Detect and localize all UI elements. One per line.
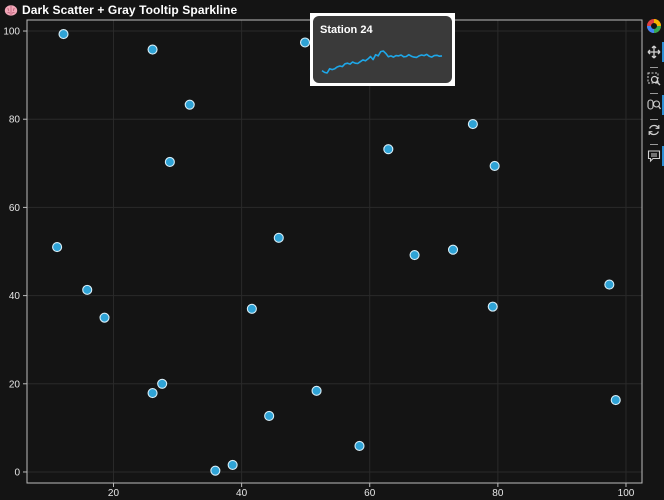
hover-icon[interactable] xyxy=(646,148,662,164)
scatter-point[interactable] xyxy=(354,440,365,452)
scatter-point[interactable] xyxy=(487,301,498,312)
axis-ticks: 20 40 60 80 100 0 20 40 60 80 100 xyxy=(3,27,634,499)
toolbar-divider xyxy=(650,67,658,68)
scatter-point[interactable] xyxy=(467,119,478,130)
scatter-point[interactable] xyxy=(447,244,459,255)
tooltip-panel: Station 24 xyxy=(313,16,452,83)
scatter-point[interactable] xyxy=(157,378,168,389)
hover-tooltip: Station 24 xyxy=(310,13,455,86)
wheel-zoom-icon[interactable] xyxy=(646,97,662,113)
reset-icon[interactable] xyxy=(646,122,662,138)
scatter-point[interactable] xyxy=(147,387,158,399)
x-tick-label: 20 xyxy=(108,488,120,499)
scatter-point[interactable] xyxy=(147,44,158,55)
y-tick-label: 80 xyxy=(9,115,21,126)
y-tick-label: 20 xyxy=(9,379,21,390)
x-tick-label: 40 xyxy=(236,488,248,499)
toolbar-divider xyxy=(650,119,658,120)
scatter-point[interactable] xyxy=(299,37,311,48)
scatter-point[interactable] xyxy=(164,156,175,168)
scatter-point[interactable] xyxy=(604,279,615,290)
scatter-point[interactable] xyxy=(82,284,93,295)
scatter-point[interactable] xyxy=(58,29,69,40)
grid-lines xyxy=(27,20,642,483)
scatter-point[interactable] xyxy=(489,160,500,172)
scatter-point[interactable] xyxy=(52,242,63,253)
y-tick-label: 40 xyxy=(9,291,21,302)
scatter-point[interactable] xyxy=(409,249,420,261)
y-tick-label: 100 xyxy=(3,27,20,38)
x-tick-label: 100 xyxy=(618,488,635,499)
scatter-point[interactable] xyxy=(246,303,257,314)
scatter-points xyxy=(52,29,621,476)
y-tick-label: 0 xyxy=(14,467,20,478)
scatter-point[interactable] xyxy=(273,232,284,243)
bokeh-logo-icon[interactable] xyxy=(646,18,662,34)
x-tick-label: 60 xyxy=(364,488,376,499)
scatter-point[interactable] xyxy=(264,410,275,422)
tooltip-sparkline xyxy=(321,50,443,74)
box-zoom-icon[interactable] xyxy=(646,71,662,87)
y-tick-label: 60 xyxy=(9,203,21,214)
toolbar-divider xyxy=(650,144,658,145)
scatter-point[interactable] xyxy=(210,465,221,476)
pan-icon[interactable] xyxy=(646,44,662,60)
plot-frame xyxy=(26,19,643,484)
toolbar xyxy=(644,16,664,186)
toolbar-divider xyxy=(650,93,658,94)
scatter-point[interactable] xyxy=(311,385,322,396)
scatter-point[interactable] xyxy=(184,99,195,110)
scatter-point[interactable] xyxy=(99,312,110,323)
tooltip-title: Station 24 xyxy=(320,24,373,36)
scatter-point[interactable] xyxy=(227,459,238,470)
scatter-point[interactable] xyxy=(383,144,394,155)
sparkline-line xyxy=(321,50,443,74)
x-tick-label: 80 xyxy=(492,488,504,499)
scatter-point[interactable] xyxy=(610,395,621,406)
